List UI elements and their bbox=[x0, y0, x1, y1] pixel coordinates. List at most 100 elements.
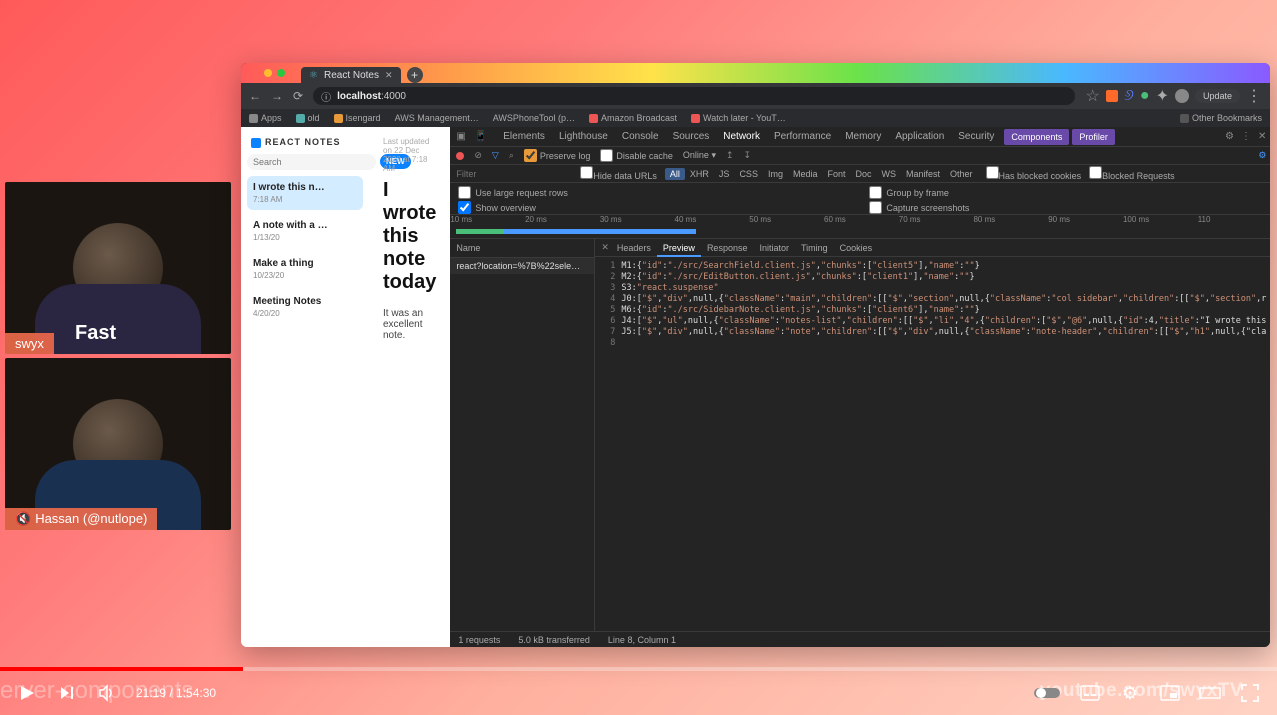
close-icon[interactable]: ✕ bbox=[601, 242, 609, 253]
detail-tab-timing[interactable]: Timing bbox=[795, 241, 834, 255]
devtools-tab-lighthouse[interactable]: Lighthouse bbox=[552, 128, 615, 145]
devtools-tabs: ▣ 📱 ElementsLighthouseConsoleSourcesNetw… bbox=[450, 127, 1270, 147]
devtools-tab-elements[interactable]: Elements bbox=[496, 128, 552, 145]
disable-cache[interactable]: Disable cache bbox=[600, 149, 673, 162]
network-timeline[interactable]: 10 ms20 ms30 ms40 ms50 ms60 ms70 ms80 ms… bbox=[450, 215, 1270, 239]
apps-button[interactable]: Apps bbox=[249, 113, 282, 123]
download-icon[interactable]: ↧ bbox=[744, 150, 752, 161]
devtools-tab-application[interactable]: Application bbox=[888, 128, 951, 145]
status-transfer: 5.0 kB transferred bbox=[518, 635, 590, 645]
other-bookmarks[interactable]: Other Bookmarks bbox=[1180, 113, 1262, 123]
fullscreen-icon[interactable] bbox=[1239, 682, 1261, 704]
devtools-tab-performance[interactable]: Performance bbox=[767, 128, 838, 145]
note-item[interactable]: A note with a …1/13/20 bbox=[247, 214, 363, 248]
devtools-tab-network[interactable]: Network bbox=[716, 128, 767, 145]
status-cursor: Line 8, Column 1 bbox=[608, 635, 676, 645]
caption: Fast bbox=[75, 322, 116, 345]
filter-type[interactable]: All bbox=[665, 168, 685, 180]
miniplayer-icon[interactable] bbox=[1159, 682, 1181, 704]
group-by-frame[interactable]: Group by frame bbox=[869, 186, 1264, 199]
device-icon[interactable]: 📱 bbox=[475, 131, 487, 142]
filter-type[interactable]: Font bbox=[822, 168, 850, 180]
settings-icon[interactable]: ⚙ bbox=[1258, 150, 1266, 161]
star-icon[interactable]: ☆ bbox=[1085, 86, 1099, 106]
search-input[interactable] bbox=[247, 154, 376, 170]
reload-icon[interactable]: ⟳ bbox=[293, 89, 303, 103]
new-tab-button[interactable]: + bbox=[407, 67, 423, 83]
hide-data-urls[interactable]: Hide data URLs bbox=[580, 166, 657, 181]
detail-tab-headers[interactable]: Headers bbox=[611, 241, 657, 255]
devtools-tab-security[interactable]: Security bbox=[951, 128, 1001, 145]
ext-icon[interactable]: ୬ bbox=[1124, 87, 1134, 105]
captions-icon[interactable] bbox=[1079, 682, 1101, 704]
large-rows[interactable]: Use large request rows bbox=[458, 186, 853, 199]
address-input[interactable]: ⓘ localhost:4000 bbox=[313, 87, 1075, 105]
play-icon[interactable] bbox=[16, 682, 38, 704]
detail-tab-initiator[interactable]: Initiator bbox=[753, 241, 795, 255]
bookmark-item[interactable]: Isengard bbox=[334, 113, 381, 123]
detail-tab-cookies[interactable]: Cookies bbox=[834, 241, 879, 255]
throttle-select[interactable]: Online ▾ bbox=[683, 150, 716, 161]
close-icon[interactable]: ✕ bbox=[385, 70, 393, 81]
volume-icon[interactable] bbox=[96, 682, 118, 704]
forward-icon[interactable]: → bbox=[271, 89, 283, 103]
close-icon[interactable]: ✕ bbox=[1258, 131, 1266, 142]
detail-tab-preview[interactable]: Preview bbox=[657, 241, 701, 257]
ext-icon[interactable] bbox=[1106, 90, 1118, 102]
note-item[interactable]: Make a thing10/23/20 bbox=[247, 252, 363, 286]
blocked-cookies[interactable]: Has blocked cookies bbox=[986, 166, 1082, 181]
filter-icon[interactable]: ▽ bbox=[492, 150, 499, 161]
settings-icon[interactable]: ⚙ bbox=[1119, 682, 1141, 704]
menu-icon[interactable]: ⋮ bbox=[1246, 86, 1262, 106]
filter-type[interactable]: Doc bbox=[851, 168, 877, 180]
filter-type[interactable]: Other bbox=[945, 168, 978, 180]
network-options: Use large request rows Show overview Gro… bbox=[450, 183, 1270, 215]
next-icon[interactable] bbox=[56, 682, 78, 704]
filter-type[interactable]: XHR bbox=[685, 168, 714, 180]
menu-icon[interactable]: ⋮ bbox=[1241, 131, 1251, 142]
bookmark-item[interactable]: AWS Management… bbox=[395, 113, 479, 123]
update-button[interactable]: Update bbox=[1195, 89, 1240, 103]
show-overview[interactable]: Show overview bbox=[458, 201, 853, 214]
inspect-icon[interactable]: ▣ bbox=[456, 131, 465, 142]
ext-tab-profiler[interactable]: Profiler bbox=[1072, 129, 1115, 145]
filter-type[interactable]: CSS bbox=[734, 168, 763, 180]
filter-type[interactable]: Media bbox=[788, 168, 823, 180]
filter-type[interactable]: Manifest bbox=[901, 168, 945, 180]
bookmark-item[interactable]: old bbox=[296, 113, 320, 123]
progress-bar[interactable] bbox=[0, 667, 1277, 671]
note-item[interactable]: Meeting Notes4/20/20 bbox=[247, 290, 363, 324]
filter-input[interactable] bbox=[456, 169, 574, 179]
filter-type[interactable]: WS bbox=[877, 168, 902, 180]
autoplay-icon[interactable] bbox=[1033, 682, 1061, 704]
blocked-requests[interactable]: Blocked Requests bbox=[1089, 166, 1175, 181]
window-controls[interactable] bbox=[251, 63, 295, 83]
browser-tab[interactable]: ⚛ React Notes ✕ bbox=[301, 67, 401, 83]
network-toolbar: ⊘ ▽ ⌕ Preserve log Disable cache Online … bbox=[450, 147, 1270, 165]
record-icon[interactable] bbox=[456, 152, 464, 160]
ext-icon[interactable]: ● bbox=[1140, 87, 1150, 105]
response-preview[interactable]: 1M1:{"id":"./src/SearchField.client.js",… bbox=[595, 257, 1270, 631]
devtools-tab-sources[interactable]: Sources bbox=[666, 128, 717, 145]
avatar-icon[interactable] bbox=[1175, 89, 1189, 103]
bookmark-item[interactable]: Amazon Broadcast bbox=[589, 113, 677, 123]
clear-icon[interactable]: ⊘ bbox=[474, 150, 482, 161]
request-row[interactable]: react?location=%7B%22sele… bbox=[450, 258, 594, 274]
note-item[interactable]: I wrote this n…7:18 AM bbox=[247, 176, 363, 210]
theater-icon[interactable] bbox=[1199, 682, 1221, 704]
detail-tab-response[interactable]: Response bbox=[701, 241, 754, 255]
preserve-log[interactable]: Preserve log bbox=[524, 149, 591, 162]
devtools-tab-console[interactable]: Console bbox=[615, 128, 666, 145]
capture-screenshots[interactable]: Capture screenshots bbox=[869, 201, 1264, 214]
bookmark-item[interactable]: AWSPhoneTool (p… bbox=[493, 113, 575, 123]
ext-tab-components[interactable]: Components bbox=[1004, 129, 1069, 145]
filter-type[interactable]: Img bbox=[763, 168, 788, 180]
filter-type[interactable]: JS bbox=[714, 168, 735, 180]
bookmark-item[interactable]: Watch later - YouT… bbox=[691, 113, 786, 123]
devtools-tab-memory[interactable]: Memory bbox=[838, 128, 888, 145]
extensions-icon[interactable]: ✦ bbox=[1156, 86, 1169, 106]
gear-icon[interactable]: ⚙ bbox=[1225, 131, 1234, 142]
upload-icon[interactable]: ↥ bbox=[726, 150, 734, 161]
back-icon[interactable]: ← bbox=[249, 89, 261, 103]
search-icon[interactable]: ⌕ bbox=[509, 150, 514, 161]
